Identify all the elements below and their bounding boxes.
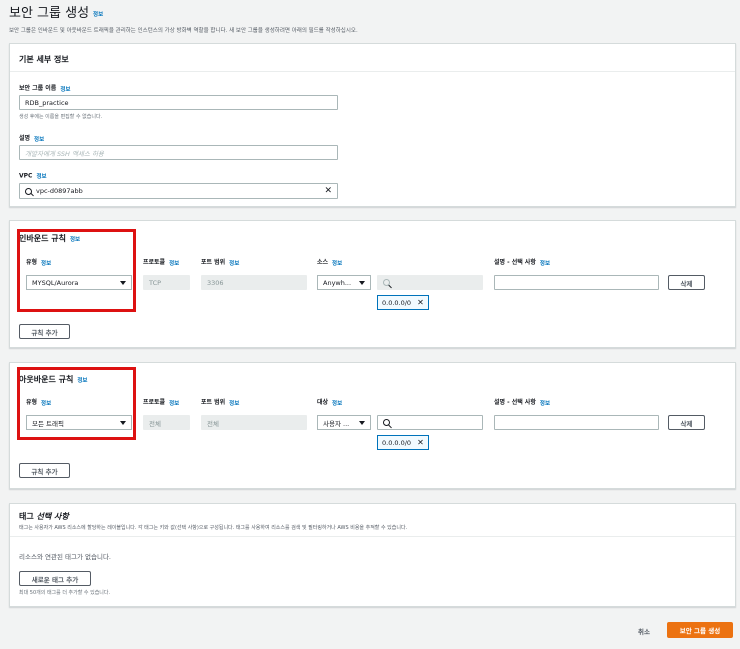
create-sg-button[interactable]: 보안 그룹 생성 [667,622,733,638]
description-label-text: 설명 [19,135,31,142]
outbound-delete-button[interactable]: 삭제 [668,415,705,430]
col-protocol-text: 프로토콜 [143,259,166,266]
sg-name-input[interactable]: RDB_practice [19,95,338,110]
vpc-value: vpc-d0897abb [36,187,83,195]
inbound-col-desc: 설명 - 선택 사항 정보 [494,257,550,267]
search-icon [383,279,390,286]
inbound-col-source: 소스 정보 [317,257,342,267]
tags-title-main: 태그 [19,512,37,521]
sg-name-info-link[interactable]: 정보 [60,87,70,93]
inbound-source-select[interactable]: Anywh... [317,275,371,290]
outbound-port-field: 전체 [201,415,307,430]
description-info-link[interactable]: 정보 [34,137,44,143]
vpc-select[interactable]: vpc-d0897abb ✕ [19,183,338,199]
col-port-text: 포트 범위 [201,259,226,266]
inbound-delete-button[interactable]: 삭제 [668,275,705,290]
highlight-box [17,367,136,440]
sg-name-label-text: 보안 그룹 이름 [19,85,57,92]
description-input[interactable]: 개발자에게 SSH 액세스 허용 [19,145,338,160]
search-icon [383,419,390,426]
remove-token-icon[interactable]: ✕ [417,438,424,447]
col-port-text: 포트 범위 [201,399,226,406]
inbound-desc-input[interactable] [494,275,659,290]
chevron-down-icon [359,280,365,285]
outbound-protocol-field: 전체 [143,415,190,430]
inbound-source-value: Anywh... [323,278,352,287]
vpc-info-link[interactable]: 정보 [36,174,46,180]
tags-description: 태그는 사용자가 AWS 리소스에 할당하는 레이블입니다. 각 태그는 키와 … [19,525,408,531]
page-description: 보안 그룹은 인바운드 및 아웃바운드 트래픽을 관리하는 인스턴스의 가상 방… [9,28,358,34]
cancel-button[interactable]: 취소 [638,626,650,636]
outbound-dest-value: 사용자 ... [323,419,350,428]
inbound-source-search[interactable] [377,275,483,290]
tags-title-optional: 선택 사항 [36,512,69,521]
page-title-text: 보안 그룹 생성 [9,6,90,21]
basic-details-panel: 기본 세부 정보 보안 그룹 이름 정보 RDB_practice 생성 후에는 … [9,43,736,207]
outbound-add-rule-button[interactable]: 규칙 추가 [19,463,70,478]
outbound-col-port: 포트 범위 정보 [201,397,239,407]
col-source-text: 소스 [317,259,329,266]
vpc-label-text: VPC [19,172,33,180]
inbound-port-field: 3306 [201,275,307,290]
add-tag-button[interactable]: 새로운 태그 추가 [19,571,91,586]
basic-details-header: 기본 세부 정보 [10,44,735,72]
clear-icon[interactable]: ✕ [324,186,332,196]
tags-panel: 태그 선택 사항 태그는 사용자가 AWS 리소스에 할당하는 레이블입니다. … [9,503,736,607]
col-protocol-info-link[interactable]: 정보 [169,261,179,267]
inbound-cidr-token: 0.0.0.0/0 ✕ [377,295,429,310]
outbound-col-protocol: 프로토콜 정보 [143,397,179,407]
search-icon [25,187,32,195]
inbound-cidr-value: 0.0.0.0/0 [382,298,412,307]
col-source-info-link[interactable]: 정보 [332,261,342,267]
divider [10,536,735,537]
col-desc-text: 설명 - 선택 사항 [494,259,536,266]
outbound-cidr-token: 0.0.0.0/0 ✕ [377,435,429,450]
outbound-col-dest: 대상 정보 [317,397,342,407]
outbound-rules-panel: 아웃바운드 규칙 정보 유형 정보 프로토콜 정보 포트 범위 정보 대상 정보 설명 -… [9,362,736,489]
col-dest-info-link[interactable]: 정보 [332,401,342,407]
tags-limit-hint: 최대 50개의 태그를 더 추가할 수 있습니다. [19,590,111,596]
tags-empty-text: 리소스와 연관된 태그가 없습니다. [19,553,111,561]
col-port-info-link[interactable]: 정보 [229,401,239,407]
col-desc-text: 설명 - 선택 사항 [494,399,536,406]
remove-token-icon[interactable]: ✕ [417,298,424,307]
page-title: 보안 그룹 생성 정보 [9,2,103,21]
inbound-rules-panel: 인바운드 규칙 정보 유형 정보 프로토콜 정보 포트 범위 정보 소스 정보 설명 - … [9,220,736,348]
description-label: 설명 정보 [19,133,44,143]
vpc-label: VPC 정보 [19,172,47,181]
sg-name-label: 보안 그룹 이름 정보 [19,83,70,93]
inbound-col-port: 포트 범위 정보 [201,257,239,267]
inbound-col-protocol: 프로토콜 정보 [143,257,179,267]
page-info-link[interactable]: 정보 [93,12,103,18]
col-protocol-info-link[interactable]: 정보 [169,401,179,407]
tags-title: 태그 선택 사항 [19,511,69,522]
outbound-dest-select[interactable]: 사용자 ... [317,415,371,430]
outbound-desc-input[interactable] [494,415,659,430]
outbound-dest-search[interactable] [377,415,483,430]
col-desc-info-link[interactable]: 정보 [540,261,550,267]
inbound-protocol-field: TCP [143,275,190,290]
col-dest-text: 대상 [317,399,329,406]
col-protocol-text: 프로토콜 [143,399,166,406]
inbound-add-rule-button[interactable]: 규칙 추가 [19,324,70,339]
col-port-info-link[interactable]: 정보 [229,261,239,267]
sg-name-hint: 생성 후에는 이름을 편집할 수 없습니다. [19,114,103,120]
col-desc-info-link[interactable]: 정보 [540,401,550,407]
chevron-down-icon [359,420,365,425]
outbound-col-desc: 설명 - 선택 사항 정보 [494,397,550,407]
outbound-cidr-value: 0.0.0.0/0 [382,438,412,447]
highlight-box [17,229,136,312]
